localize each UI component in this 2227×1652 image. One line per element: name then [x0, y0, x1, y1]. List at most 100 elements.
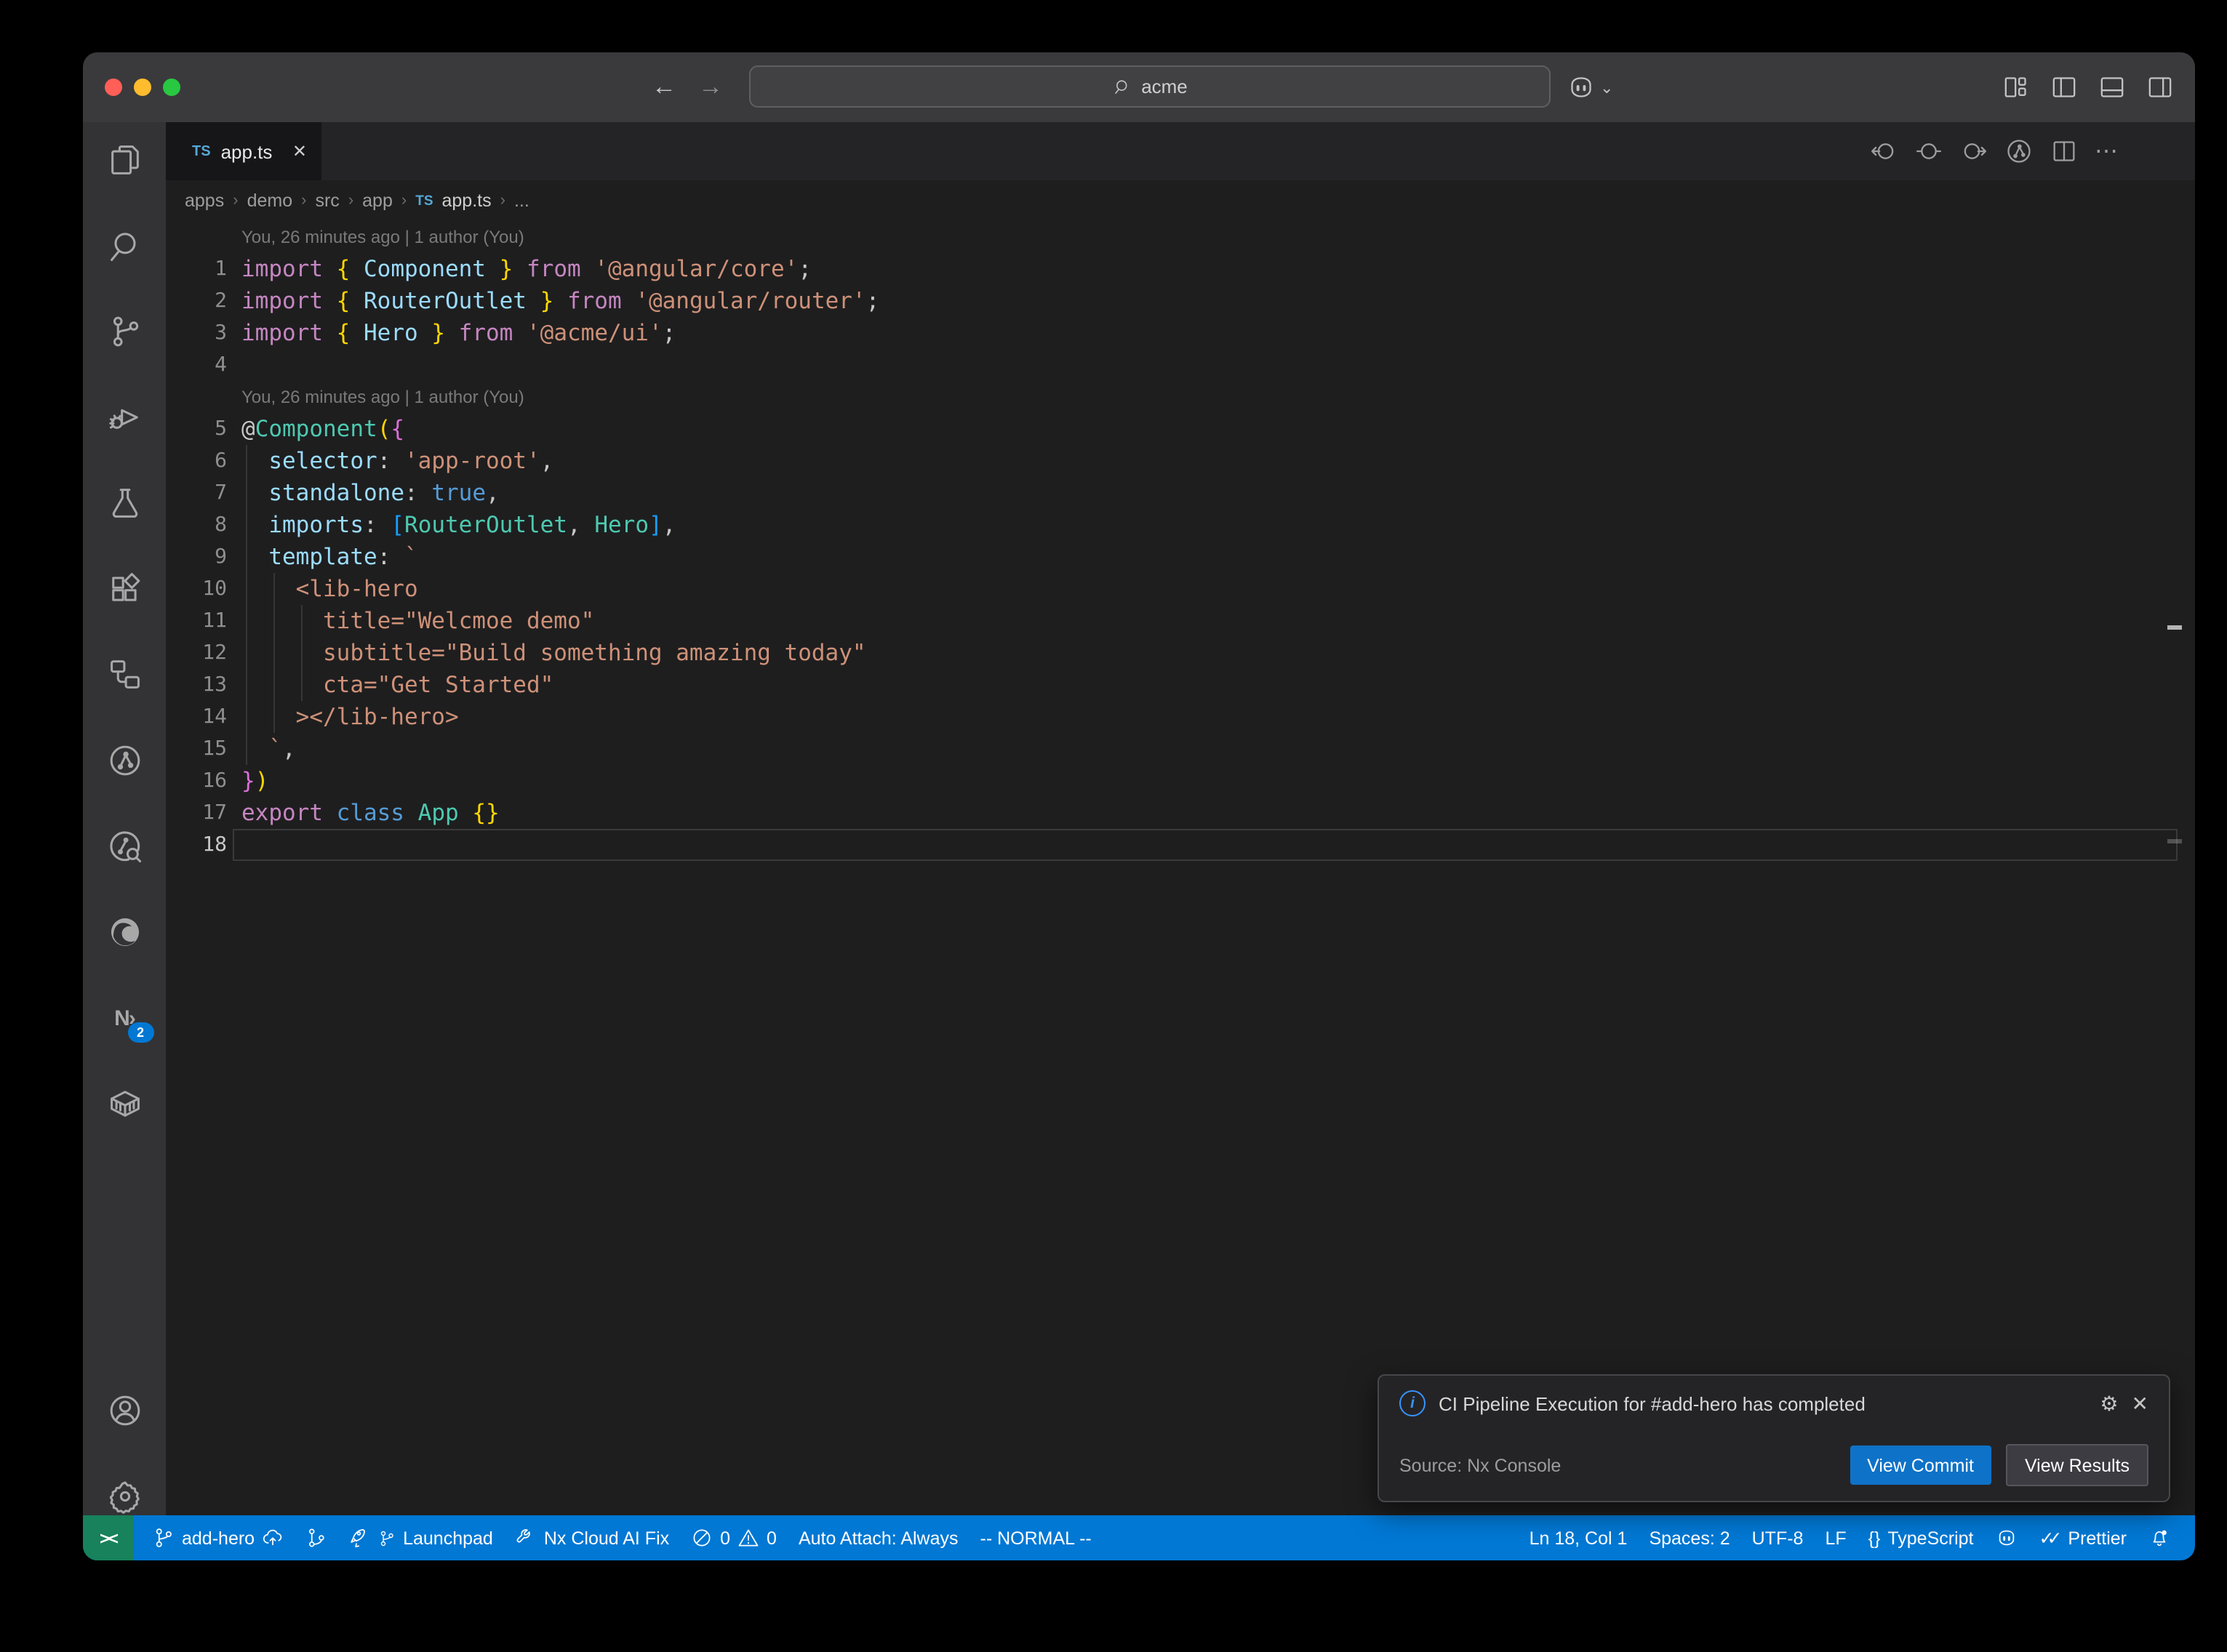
search-icon[interactable]	[105, 227, 143, 265]
breadcrumb-symbol[interactable]: ...	[514, 191, 529, 211]
nx-graph-icon[interactable]	[105, 742, 143, 779]
run-marker-icon[interactable]	[1914, 137, 1943, 166]
containers-icon[interactable]	[105, 1085, 143, 1123]
line-content: @Component({	[241, 413, 404, 445]
status-right: Ln 18, Col 1 Spaces: 2 UTF-8 LF {} TypeS…	[1522, 1527, 2195, 1549]
code-line: 18	[166, 829, 2195, 861]
toast-source: Source: Nx Console	[1399, 1455, 1850, 1475]
git-graph-item[interactable]	[298, 1527, 335, 1549]
launchpad-item[interactable]: Launchpad	[342, 1527, 500, 1549]
line-number: 14	[166, 701, 227, 733]
breadcrumb-item[interactable]: app	[362, 191, 393, 211]
toast-close-icon[interactable]: ✕	[2132, 1391, 2148, 1416]
step-back-icon[interactable]	[1869, 137, 1898, 166]
indentation-item[interactable]: Spaces: 2	[1642, 1528, 1737, 1548]
language-item[interactable]: {} TypeScript	[1861, 1528, 1981, 1548]
view-commit-button[interactable]: View Commit	[1850, 1446, 1991, 1485]
copilot-icon	[1567, 73, 1596, 102]
step-forward-icon[interactable]	[1959, 137, 1988, 166]
overview-ruler-cursor-mark	[2167, 839, 2182, 843]
nx-badge: 2	[127, 1022, 153, 1043]
breadcrumb-separator: ›	[301, 192, 306, 209]
eol-item[interactable]: LF	[1818, 1528, 1853, 1548]
toggle-sidebar-icon[interactable]	[2050, 73, 2079, 102]
run-debug-icon[interactable]	[105, 398, 143, 436]
remote-indicator[interactable]: ><	[83, 1515, 134, 1560]
line-number: 12	[166, 637, 227, 669]
vscode-window: ← → acme ⌄	[83, 52, 2195, 1560]
warnings-icon	[737, 1527, 759, 1549]
blame-annotation: You, 26 minutes ago | 1 author (You)	[166, 221, 2195, 253]
view-results-button[interactable]: View Results	[2006, 1444, 2148, 1486]
auto-attach-item[interactable]: Auto Attach: Always	[791, 1528, 966, 1548]
toast-settings-gear-icon[interactable]: ⚙	[2100, 1391, 2118, 1416]
code-line: 9 template: `	[166, 541, 2195, 573]
activity-bar: N› 2	[83, 122, 166, 1515]
branch-item[interactable]: add-hero	[145, 1527, 291, 1549]
code-line: 16})	[166, 765, 2195, 797]
code-line: 7 standalone: true,	[166, 477, 2195, 509]
braces-icon: {}	[1868, 1528, 1881, 1548]
toggle-secondary-sidebar-icon[interactable]	[2146, 73, 2175, 102]
cloud-upload-icon	[262, 1527, 284, 1549]
toast-header: i CI Pipeline Execution for #add-hero ha…	[1399, 1390, 2148, 1416]
line-number: 16	[166, 765, 227, 797]
screen: ← → acme ⌄	[0, 0, 2227, 1652]
breadcrumb-separator: ›	[401, 192, 407, 209]
maximize-window-button[interactable]	[163, 79, 180, 96]
problems-item[interactable]: 0 0	[684, 1527, 784, 1549]
status-left: add-hero Launchpad Nx Cloud AI Fix	[134, 1527, 1099, 1549]
tab-app-ts[interactable]: TS app.ts ✕	[166, 122, 321, 180]
nx-console-icon[interactable]: N› 2	[105, 999, 143, 1037]
code-line: 11 title="Welcmoe demo"	[166, 605, 2195, 637]
toggle-panel-icon[interactable]	[2098, 73, 2127, 102]
git-graph-icon	[305, 1527, 327, 1549]
breadcrumb-item[interactable]: demo	[247, 191, 293, 211]
line-number: 15	[166, 733, 227, 765]
line-number: 9	[166, 541, 227, 573]
accounts-icon[interactable]	[105, 1392, 143, 1430]
nx-graph-search-icon[interactable]	[105, 827, 143, 865]
line-content: imports: [RouterOutlet, Hero],	[241, 509, 676, 541]
breadcrumb-item[interactable]: src	[315, 191, 339, 211]
settings-gear-icon[interactable]	[105, 1477, 143, 1515]
tab-label: app.ts	[221, 140, 273, 162]
prettier-item[interactable]: ✓✓ Prettier	[2032, 1527, 2135, 1549]
vim-mode-item[interactable]: -- NORMAL --	[973, 1528, 1099, 1548]
testing-icon[interactable]	[105, 484, 143, 522]
edge-browser-icon[interactable]	[105, 913, 143, 951]
notifications-item[interactable]	[2141, 1527, 2178, 1549]
nav-forward-button[interactable]: →	[698, 52, 723, 122]
nx-cloud-fix-item[interactable]: Nx Cloud AI Fix	[508, 1527, 676, 1549]
code-editor[interactable]: You, 26 minutes ago | 1 author (You)1imp…	[166, 221, 2195, 1515]
window-controls	[105, 79, 180, 96]
nav-back-button[interactable]: ←	[652, 52, 676, 122]
error-count: 0	[720, 1528, 730, 1548]
cursor-position-item[interactable]: Ln 18, Col 1	[1522, 1528, 1635, 1548]
line-content: <lib-hero	[241, 573, 418, 605]
more-actions-icon[interactable]: ⋯	[2095, 137, 2119, 166]
extensions-icon[interactable]	[105, 570, 143, 608]
source-control-icon[interactable]	[105, 313, 143, 350]
breadcrumb-item[interactable]: apps	[185, 191, 224, 211]
close-window-button[interactable]	[105, 79, 122, 96]
breadcrumb-file[interactable]: app.ts	[442, 191, 492, 211]
command-center-search[interactable]: acme	[749, 65, 1551, 108]
prettier-label: Prettier	[2068, 1528, 2127, 1548]
code-line: 4	[166, 349, 2195, 381]
tab-close-icon[interactable]: ✕	[292, 141, 307, 161]
minimize-window-button[interactable]	[134, 79, 151, 96]
encoding-item[interactable]: UTF-8	[1745, 1528, 1811, 1548]
copilot-status-item[interactable]	[1988, 1527, 2025, 1549]
chevron-down-icon: ⌄	[1600, 78, 1613, 97]
explorer-icon[interactable]	[105, 141, 143, 179]
blame-annotation: You, 26 minutes ago | 1 author (You)	[166, 381, 2195, 413]
project-references-icon[interactable]	[105, 656, 143, 694]
split-editor-icon[interactable]	[2050, 137, 2079, 166]
customize-layout-icon[interactable]	[2002, 73, 2031, 102]
nx-project-graph-icon[interactable]	[2004, 137, 2034, 166]
editor-column: TS app.ts ✕ ⋯ apps›demo›src›app›TSapp.ts…	[166, 122, 2195, 1515]
copilot-menu[interactable]: ⌄	[1567, 52, 1613, 122]
rocket-icon	[349, 1527, 371, 1549]
branch-name: add-hero	[182, 1528, 255, 1548]
